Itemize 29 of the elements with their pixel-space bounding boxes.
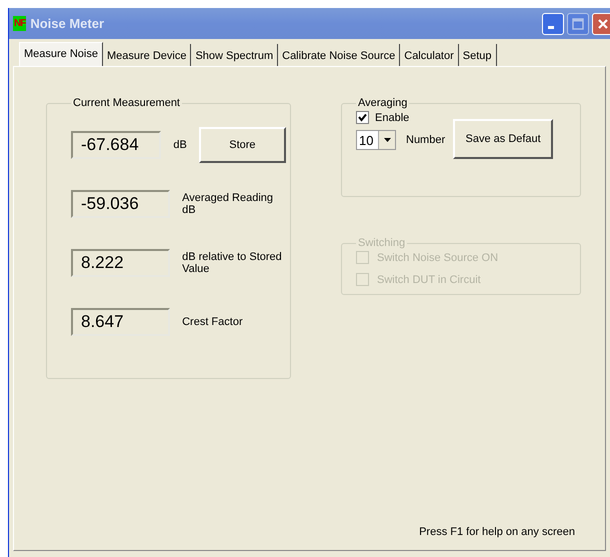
maximize-icon: [572, 18, 584, 30]
save-default-button[interactable]: Save as Defaut: [453, 119, 554, 159]
reading-display: -67.684: [71, 130, 162, 158]
checkbox-label: Enable: [375, 112, 410, 124]
window-title: Noise Meter: [30, 16, 106, 31]
number-label: Number: [406, 134, 446, 146]
tab[interactable]: Measure Noise: [19, 42, 103, 66]
reading-label: dB: [173, 138, 187, 150]
number-dropdown[interactable]: 10: [356, 130, 396, 150]
reading-display: -59.036: [71, 190, 170, 218]
minimize-icon: [548, 26, 554, 29]
group-title: Current Measurement: [72, 97, 181, 109]
dropdown-arrow-icon: [384, 138, 390, 142]
reading-label: Crest Factor: [182, 316, 244, 328]
group-title: Switching: [357, 237, 406, 249]
checkbox[interactable]: [356, 111, 369, 124]
reading-display: 8.647: [71, 308, 170, 336]
checkbox-label: Switch DUT in Circuit: [377, 274, 481, 286]
checkbox-label: Switch Noise Source ON: [377, 252, 498, 264]
reading-label: Averaged Reading dB: [182, 192, 274, 216]
reading-label: dB relative to Stored Value: [182, 250, 283, 274]
close-button[interactable]: [592, 12, 610, 34]
help-text: Press F1 for help on any screen: [419, 526, 575, 538]
close-icon: [597, 18, 609, 30]
store-button[interactable]: Store: [198, 126, 286, 162]
app-icon: NF: [13, 16, 26, 31]
group-title: Averaging: [357, 97, 408, 109]
reading-display: 8.222: [71, 248, 170, 276]
minimize-button[interactable]: [542, 12, 564, 34]
